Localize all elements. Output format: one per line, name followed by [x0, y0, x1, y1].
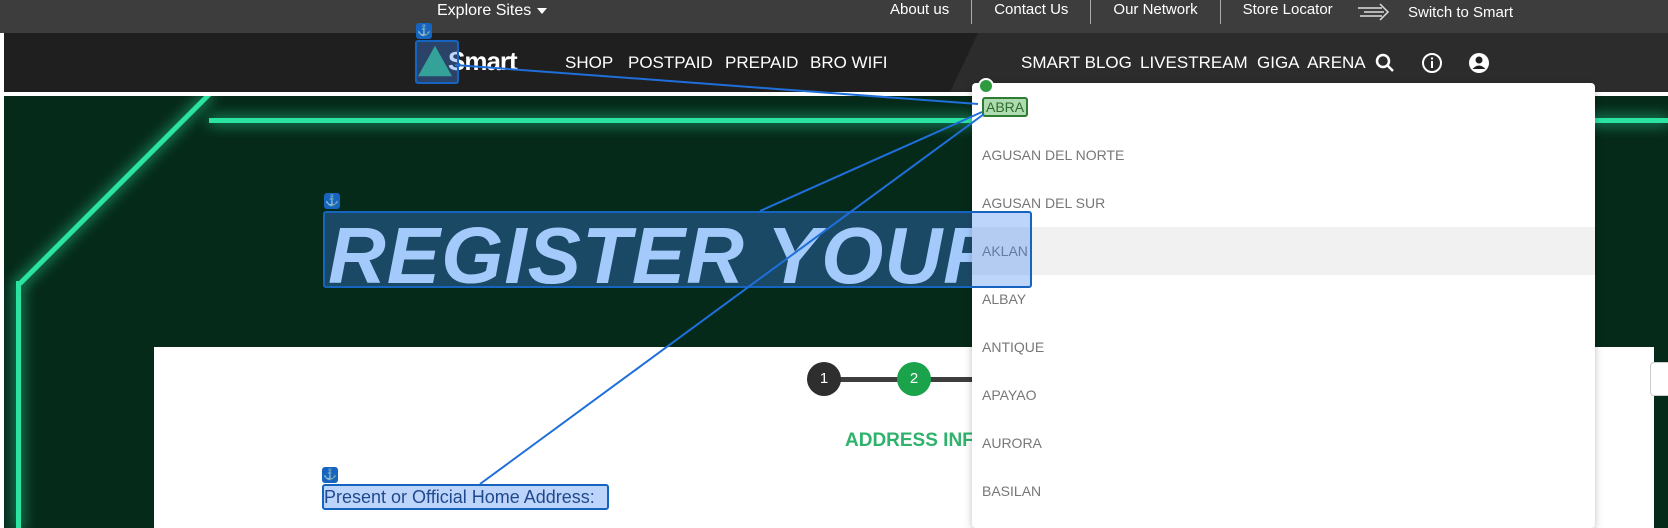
option-aklan[interactable]: AKLAN	[972, 227, 1595, 275]
about-us-link[interactable]: About us	[870, 0, 973, 24]
nav-giga-arena[interactable]: GIGA ARENA	[1257, 53, 1366, 73]
address-label-highlight-box	[322, 484, 609, 510]
anchor-icon: ⚓	[324, 193, 340, 209]
option-apayao[interactable]: APAYAO	[972, 371, 1595, 419]
target-icon	[978, 78, 994, 94]
nav-bro-wifi[interactable]: BRO WIFI	[810, 53, 887, 73]
contact-us-link[interactable]: Contact Us	[972, 0, 1092, 24]
search-icon[interactable]	[1374, 52, 1396, 74]
explore-sites-dropdown[interactable]: Explore Sites	[437, 2, 548, 20]
account-icon[interactable]	[1468, 52, 1490, 74]
option-agusan-del-sur[interactable]: AGUSAN DEL SUR	[972, 179, 1595, 227]
top-links: About us Contact Us Our Network Store Lo…	[870, 0, 1355, 24]
side-tab-button[interactable]	[1650, 362, 1668, 396]
anchor-icon: ⚓	[416, 23, 432, 39]
switch-to-smart-label: Switch to Smart	[1408, 3, 1514, 21]
switch-to-smart-link[interactable]: Switch to Smart	[1356, 0, 1513, 24]
option-aurora[interactable]: AURORA	[972, 419, 1595, 467]
step-1: 1	[807, 362, 841, 396]
option-agusan-del-norte[interactable]: AGUSAN DEL NORTE	[972, 131, 1595, 179]
nav-shop[interactable]: SHOP	[565, 53, 613, 73]
nav-livestream[interactable]: LIVESTREAM	[1140, 53, 1248, 73]
logo-highlight-box	[415, 40, 459, 84]
caret-down-icon	[537, 8, 548, 14]
option-antique[interactable]: ANTIQUE	[972, 323, 1595, 371]
our-network-link[interactable]: Our Network	[1091, 0, 1221, 24]
neon-frame-left	[16, 281, 21, 528]
step-2: 2	[897, 362, 931, 396]
title-highlight-box	[323, 211, 1032, 288]
switch-arrow-icon	[1358, 3, 1390, 21]
anchor-icon: ⚓	[322, 467, 338, 483]
info-icon[interactable]	[1421, 52, 1443, 74]
nav-postpaid[interactable]: POSTPAID	[628, 53, 713, 73]
store-locator-link[interactable]: Store Locator	[1221, 0, 1355, 24]
neon-frame-corner	[18, 96, 213, 286]
province-dropdown-list[interactable]: ABRA AGUSAN DEL NORTE AGUSAN DEL SUR AKL…	[972, 83, 1595, 528]
nav-prepaid[interactable]: PREPAID	[725, 53, 798, 73]
top-utility-bar: Explore Sites About us Contact Us Our Ne…	[0, 0, 1668, 33]
nav-smart-blog[interactable]: SMART BLOG	[1021, 53, 1132, 73]
option-abra[interactable]: ABRA	[972, 83, 1595, 131]
option-abra-label: ABRA	[982, 97, 1029, 117]
explore-sites-label: Explore Sites	[437, 2, 532, 19]
option-basilan[interactable]: BASILAN	[972, 467, 1595, 515]
section-title: ADDRESS INF	[845, 430, 974, 451]
option-albay[interactable]: ALBAY	[972, 275, 1595, 323]
